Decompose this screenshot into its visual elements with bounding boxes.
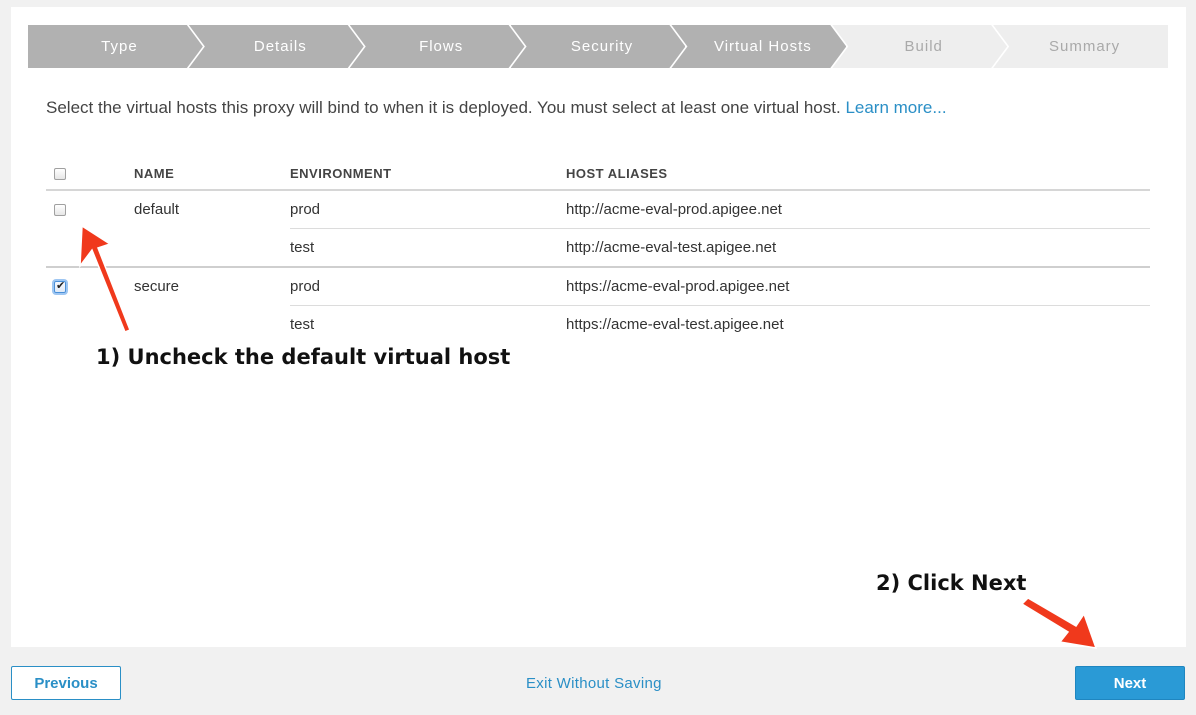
environment-cell: test <box>290 305 566 343</box>
alias-cell: http://acme-eval-prod.apigee.net <box>566 201 782 218</box>
environment-cell: prod <box>290 266 566 306</box>
annotation-step-2: 2) Click Next <box>876 571 1027 595</box>
step-label: Summary <box>1048 38 1121 55</box>
table-row: secure prod https://acme-eval-prod.apige… <box>46 266 1150 306</box>
wizard-steps: Type Details Flows Security Virtual Host… <box>28 25 1169 68</box>
intro-text: Select the virtual hosts this proxy will… <box>46 98 947 118</box>
next-button[interactable]: Next <box>1075 666 1185 700</box>
exit-without-saving-link[interactable]: Exit Without Saving <box>526 675 662 692</box>
select-all-checkbox[interactable] <box>54 168 66 181</box>
environment-cell: prod <box>290 201 321 218</box>
secure-host-checkbox[interactable] <box>54 279 66 294</box>
step-label: Virtual Hosts <box>713 38 812 55</box>
step-label: Flows <box>419 38 464 55</box>
table-header-row: NAME ENVIRONMENT HOST ALIASES <box>46 157 1150 191</box>
column-header-name: NAME <box>134 157 290 191</box>
step-label: Security <box>570 38 634 55</box>
step-virtual-hosts[interactable]: Virtual Hosts <box>671 25 846 68</box>
alias-cell: https://acme-eval-test.apigee.net <box>566 305 1150 343</box>
annotation-arrow-2 <box>1020 597 1098 649</box>
step-build: Build <box>832 25 1007 68</box>
step-label: Build <box>904 38 943 55</box>
select-all-cell <box>46 157 134 191</box>
table-row: default prod http://acme-eval-prod.apige… <box>46 190 1150 229</box>
annotation-step-1: 1) Uncheck the default virtual host <box>96 345 511 369</box>
step-details[interactable]: Details <box>189 25 364 68</box>
step-summary: Summary <box>993 25 1169 68</box>
host-name: secure <box>134 266 290 306</box>
alias-cell: https://acme-eval-prod.apigee.net <box>566 266 1150 306</box>
learn-more-link[interactable]: Learn more... <box>845 98 946 117</box>
previous-button[interactable]: Previous <box>11 666 121 700</box>
step-label: Type <box>101 38 138 55</box>
step-type[interactable]: Type <box>28 25 203 68</box>
host-name: default <box>134 201 180 219</box>
step-security[interactable]: Security <box>511 25 686 68</box>
environment-cell: test <box>290 228 566 267</box>
virtual-hosts-table: NAME ENVIRONMENT HOST ALIASES default pr… <box>46 157 1150 343</box>
column-header-environment: ENVIRONMENT <box>290 157 566 191</box>
column-header-aliases: HOST ALIASES <box>566 157 1150 191</box>
table-row: test http://acme-eval-test.apigee.net <box>46 228 1150 267</box>
alias-cell: http://acme-eval-test.apigee.net <box>566 228 1150 267</box>
step-label: Details <box>253 38 307 55</box>
default-host-checkbox[interactable] <box>54 204 66 217</box>
step-flows[interactable]: Flows <box>350 25 525 68</box>
intro-sentence: Select the virtual hosts this proxy will… <box>46 98 846 117</box>
table-row: test https://acme-eval-test.apigee.net <box>46 305 1150 343</box>
annotation-arrow-1 <box>79 224 131 333</box>
